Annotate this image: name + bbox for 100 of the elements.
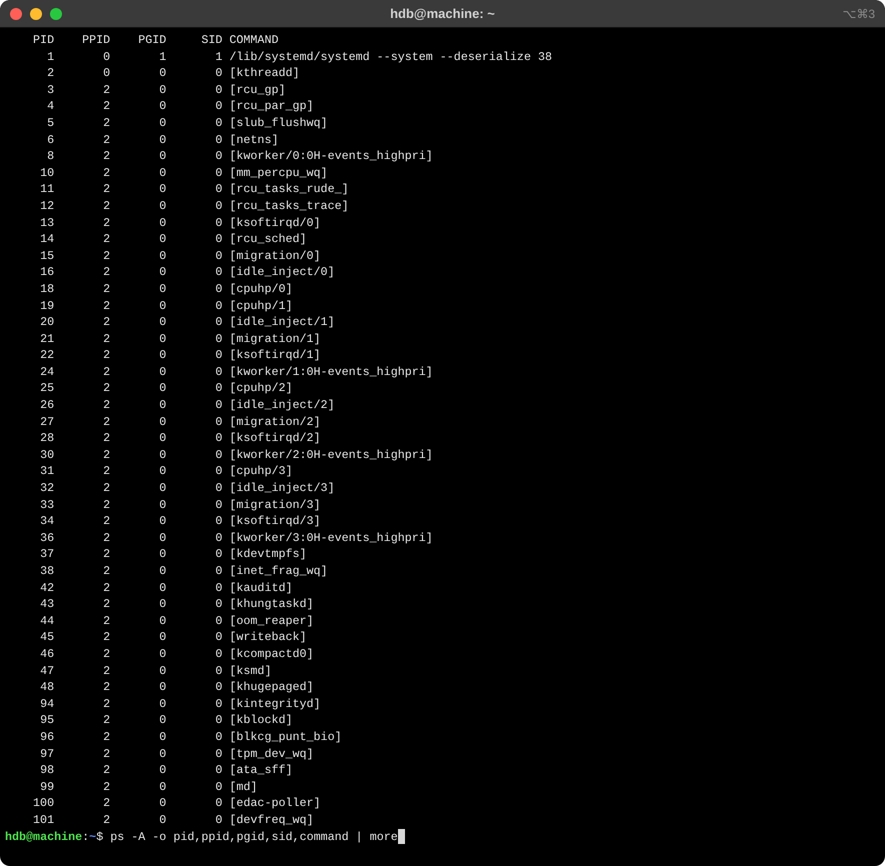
shortcut-label: ⌥⌘3 bbox=[842, 6, 875, 22]
table-cell-text: 19 bbox=[39, 298, 54, 314]
window-title: hdb@machine: ~ bbox=[390, 6, 495, 21]
table-cell-text: 0 bbox=[158, 496, 166, 514]
maximize-icon[interactable] bbox=[50, 8, 62, 20]
table-cell-text: 0 bbox=[214, 530, 222, 546]
table-cell-text: 32 bbox=[39, 480, 54, 497]
table-cell-text: 2 bbox=[46, 65, 54, 82]
command-cell: [migration/2] bbox=[229, 414, 321, 430]
table-cell-text: 0 bbox=[214, 746, 222, 762]
table-cell-text: 0 bbox=[158, 563, 166, 580]
table-cell-text: 0 bbox=[214, 181, 222, 198]
table-cell-text: 0 bbox=[158, 580, 166, 596]
command-cell: [kworker/3:0H-events_highpri] bbox=[229, 530, 433, 546]
table-cell-text: 44 bbox=[39, 612, 54, 630]
command-cell: [cpuhp/3] bbox=[229, 463, 292, 480]
table-cell-text: 26 bbox=[39, 397, 54, 414]
table-cell-text: 2 bbox=[102, 114, 110, 132]
table-cell-text: 0 bbox=[158, 762, 166, 779]
table-cell-text: 0 bbox=[214, 513, 222, 530]
command-cell: [edac-poller] bbox=[229, 795, 321, 812]
table-cell-text: 18 bbox=[39, 280, 54, 298]
command-cell: [rcu_gp] bbox=[229, 82, 286, 98]
command-cell: [netns] bbox=[229, 132, 278, 148]
table-cell-text: 2 bbox=[102, 98, 110, 115]
command-cell: [inet_frag_wq] bbox=[229, 563, 328, 580]
command-cell: [migration/1] bbox=[229, 330, 321, 348]
table-cell-text: 3 bbox=[46, 82, 54, 98]
command-cell: [kintegrityd] bbox=[229, 696, 321, 712]
minimize-icon[interactable] bbox=[30, 8, 42, 20]
table-cell-text: 2 bbox=[102, 696, 110, 712]
table-cell-text: 0 bbox=[158, 513, 166, 530]
table-cell-text: 2 bbox=[102, 132, 110, 148]
table-cell-text: 0 bbox=[158, 330, 166, 348]
table-cell-text: 2 bbox=[102, 364, 110, 380]
table-cell-text: 0 bbox=[158, 646, 166, 663]
table-cell-text: 0 bbox=[158, 314, 166, 331]
table-cell-text: 2 bbox=[102, 728, 110, 746]
table-cell-text: 34 bbox=[39, 513, 54, 530]
table-cell-text: 1 bbox=[158, 48, 166, 66]
table-cell-text: 101 bbox=[32, 812, 54, 828]
table-cell-text: 0 bbox=[158, 82, 166, 98]
table-cell-text: 48 bbox=[39, 679, 54, 696]
table-cell-text: 2 bbox=[102, 414, 110, 430]
table-cell-text: 0 bbox=[158, 98, 166, 115]
table-cell-text: 0 bbox=[214, 132, 222, 148]
command-cell: [migration/0] bbox=[229, 248, 321, 264]
command-cell: [rcu_par_gp] bbox=[229, 98, 314, 115]
table-cell-text: 0 bbox=[102, 65, 110, 82]
table-cell-text: 0 bbox=[214, 762, 222, 779]
table-cell-text: 0 bbox=[158, 280, 166, 298]
table-cell-text: 2 bbox=[102, 330, 110, 348]
table-cell-text: 1 bbox=[214, 48, 222, 66]
table-cell-text: 2 bbox=[102, 380, 110, 398]
command-cell: [ata_sff] bbox=[229, 762, 292, 779]
command-cell: [md] bbox=[229, 778, 258, 796]
table-cell-text: 0 bbox=[214, 314, 222, 331]
table-cell-text: 0 bbox=[214, 164, 222, 182]
table-cell-text: 31 bbox=[39, 463, 54, 480]
command-cell: [ksoftirqd/3] bbox=[229, 513, 321, 530]
command-cell: [idle_inject/1] bbox=[229, 314, 335, 331]
table-cell-text: 2 bbox=[102, 530, 110, 546]
table-cell-text: 0 bbox=[158, 629, 166, 646]
command-cell: [khugepaged] bbox=[229, 679, 314, 696]
table-cell-text: 0 bbox=[158, 231, 166, 248]
table-cell-text: 0 bbox=[158, 397, 166, 414]
command-cell: [blkcg_punt_bio] bbox=[229, 728, 342, 746]
table-cell-text: 0 bbox=[214, 148, 222, 165]
table-cell-text: 0 bbox=[158, 114, 166, 132]
table-cell-text: 2 bbox=[102, 746, 110, 762]
table-cell-text: 0 bbox=[158, 148, 166, 165]
table-cell-text: 0 bbox=[214, 330, 222, 348]
table-cell-text: 0 bbox=[214, 430, 222, 447]
table-cell-text: 96 bbox=[39, 728, 54, 746]
command-cell: [slub_flushwq] bbox=[229, 114, 328, 132]
column-header: SID bbox=[200, 32, 222, 49]
table-cell-text: 2 bbox=[102, 463, 110, 480]
table-cell-text: 0 bbox=[214, 728, 222, 746]
table-cell-text: 14 bbox=[39, 231, 54, 248]
command-input[interactable]: ps -A -o pid,ppid,pgid,sid,command | more bbox=[110, 828, 398, 846]
table-cell-text: 10 bbox=[39, 164, 54, 182]
table-cell-text: 22 bbox=[39, 347, 54, 364]
table-cell-text: 25 bbox=[39, 380, 54, 398]
table-cell-text: 2 bbox=[102, 596, 110, 613]
command-cell: [kworker/0:0H-events_highpri] bbox=[229, 148, 433, 165]
command-cell: [kthreadd] bbox=[229, 65, 300, 82]
table-cell-text: 2 bbox=[102, 214, 110, 232]
table-cell-text: 0 bbox=[158, 612, 166, 630]
command-cell: [writeback] bbox=[229, 629, 307, 646]
table-cell-text: 0 bbox=[158, 463, 166, 480]
table-cell-text: 0 bbox=[158, 198, 166, 215]
table-cell-text: 0 bbox=[158, 65, 166, 82]
command-cell: [migration/3] bbox=[229, 496, 321, 514]
command-cell: [kcompactd0] bbox=[229, 646, 314, 663]
table-cell-text: 0 bbox=[214, 248, 222, 264]
column-header: COMMAND bbox=[229, 32, 278, 49]
table-cell-text: 0 bbox=[214, 463, 222, 480]
close-icon[interactable] bbox=[10, 8, 22, 20]
table-cell-text: 2 bbox=[102, 231, 110, 248]
command-cell: [kdevtmpfs] bbox=[229, 546, 307, 563]
